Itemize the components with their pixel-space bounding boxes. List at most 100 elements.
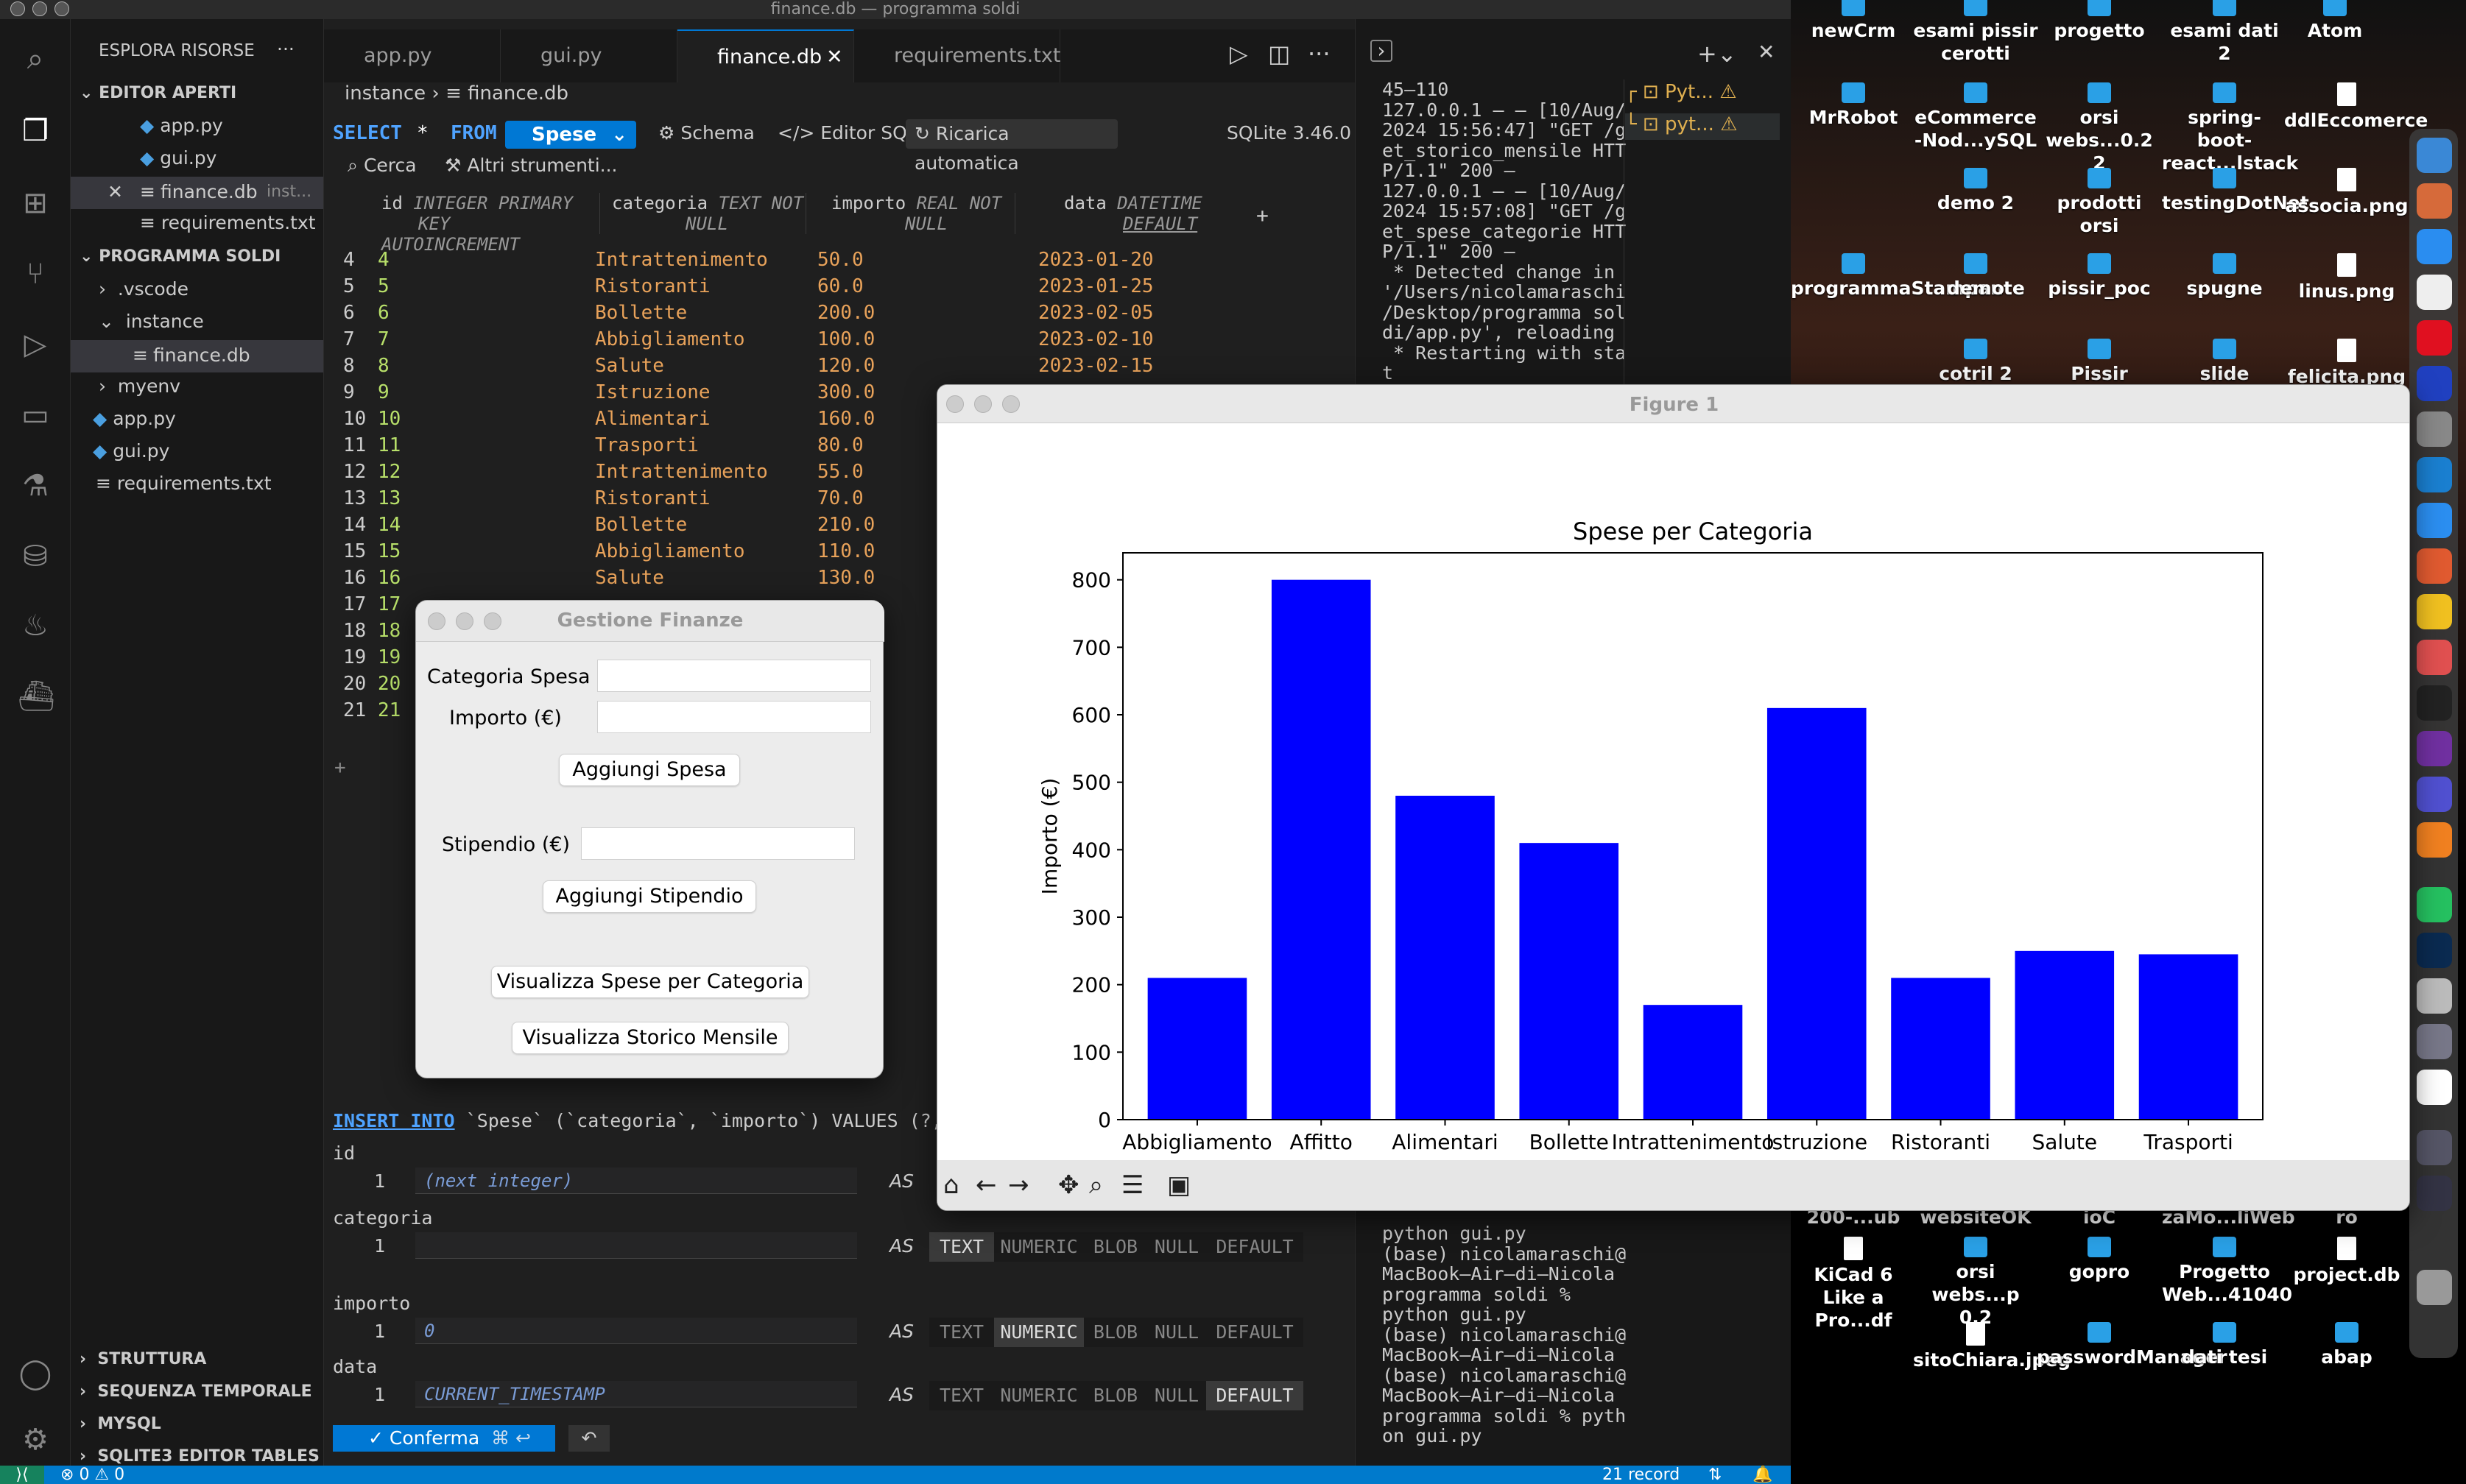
desktop-icon[interactable]: Pissir bbox=[2037, 339, 2162, 385]
cell-id[interactable]: 15 bbox=[378, 537, 401, 565]
insert-value-input[interactable]: (next integer) bbox=[415, 1167, 857, 1194]
explorer-icon[interactable]: ❐ bbox=[18, 113, 53, 149]
type-toggle-text[interactable]: TEXT bbox=[929, 1232, 994, 1262]
zoom-icon[interactable]: ⌕ bbox=[1089, 1170, 1103, 1200]
desktop-icon[interactable]: linus.png bbox=[2284, 253, 2409, 303]
search-icon[interactable]: ⌕ bbox=[18, 41, 53, 77]
cell-data[interactable]: 2023-02-05 bbox=[1038, 299, 1154, 327]
desktop-icon[interactable]: associa.png bbox=[2284, 168, 2409, 217]
cell-categoria[interactable]: Alimentari bbox=[595, 405, 711, 433]
testing-icon[interactable]: ⚗ bbox=[18, 468, 53, 504]
cell-importo[interactable]: 110.0 bbox=[817, 537, 875, 565]
tab-requirements[interactable]: requirements.txt bbox=[854, 29, 1060, 82]
cell-categoria[interactable]: Bollette bbox=[595, 299, 687, 327]
cell-data[interactable]: 2023-02-10 bbox=[1038, 325, 1154, 353]
type-toggle-text[interactable]: TEXT bbox=[929, 1318, 994, 1347]
table-row[interactable]: 5 5 Ristoranti 60.0 2023-01-25 bbox=[324, 272, 1355, 301]
settings-gear-icon[interactable]: ⚙ bbox=[18, 1422, 53, 1458]
notifications-icon[interactable]: 🔔 bbox=[1752, 1466, 1772, 1484]
lamp-icon[interactable]: ♨ bbox=[18, 608, 53, 643]
cell-categoria[interactable]: Abbigliamento bbox=[595, 537, 745, 565]
chrome-icon[interactable] bbox=[2417, 594, 2452, 629]
type-toggle-default[interactable]: DEFAULT bbox=[1206, 1318, 1303, 1347]
desktop-icon[interactable]: abap bbox=[2284, 1322, 2409, 1368]
open-editor-requirements[interactable]: ≡ requirements.txt bbox=[140, 212, 316, 233]
screenshots-icon[interactable] bbox=[2417, 1176, 2452, 1211]
run-debug-icon[interactable]: ▷ bbox=[18, 327, 53, 362]
desktop-icon[interactable]: demo bbox=[1913, 253, 2038, 300]
desktop-icon[interactable]: cotril 2 bbox=[1913, 339, 2038, 385]
cell-id[interactable]: 13 bbox=[378, 484, 401, 512]
cell-id[interactable]: 21 bbox=[378, 696, 401, 724]
type-toggle-null[interactable]: NULL bbox=[1147, 1381, 1206, 1410]
account-icon[interactable]: ◯ bbox=[18, 1356, 53, 1391]
cell-id[interactable]: 11 bbox=[378, 431, 401, 459]
extensions-icon[interactable]: ⊞ bbox=[18, 186, 53, 221]
save-icon[interactable]: ▣ bbox=[1167, 1170, 1191, 1200]
view-by-category-button[interactable]: Visualizza Spese per Categoria bbox=[491, 966, 809, 998]
split-editor-icon[interactable]: ◫ bbox=[1268, 40, 1290, 68]
docker-icon[interactable]: ⛴ bbox=[18, 679, 55, 714]
sync-icon[interactable]: ⇅ bbox=[1708, 1466, 1722, 1484]
tree-myenv[interactable]: › myenv bbox=[99, 375, 180, 397]
type-toggle-text[interactable]: TEXT bbox=[929, 1381, 994, 1410]
problems-indicator[interactable]: ⊗ 0 ⚠ 0 bbox=[60, 1466, 124, 1484]
view-monthly-history-button[interactable]: Visualizza Storico Mensile bbox=[512, 1022, 789, 1054]
stack-icon[interactable] bbox=[2417, 777, 2452, 812]
tab-gui-py[interactable]: gui.py bbox=[501, 29, 677, 82]
cell-categoria[interactable]: Ristoranti bbox=[595, 484, 711, 512]
cell-id[interactable]: 6 bbox=[378, 299, 390, 327]
desktop-icon[interactable]: spring-boot-react...lstack bbox=[2162, 82, 2298, 174]
cell-categoria[interactable]: Trasporti bbox=[595, 431, 699, 459]
add-column-icon[interactable]: + bbox=[1256, 203, 1269, 227]
open-editor-app-py[interactable]: ◆ app.py bbox=[140, 115, 223, 136]
auto-reload-toggle[interactable]: ↻ Ricarica automatica bbox=[906, 119, 1118, 174]
type-toggle-blob[interactable]: BLOB bbox=[1084, 1318, 1147, 1347]
cell-categoria[interactable]: Bollette bbox=[595, 511, 687, 539]
configure-subplots-icon[interactable]: ☰ bbox=[1121, 1170, 1144, 1200]
add-row-icon[interactable]: + bbox=[334, 757, 346, 779]
col-header-data[interactable]: data DATETIME DEFAULT bbox=[1015, 193, 1244, 234]
close-editor-icon[interactable]: ✕ bbox=[108, 181, 123, 202]
pan-icon[interactable]: ✥ bbox=[1058, 1170, 1079, 1200]
desktop-icon[interactable]: project.db bbox=[2284, 1237, 2409, 1286]
desktop-icon[interactable]: sitoChiara.jpeg bbox=[1913, 1322, 2071, 1371]
desktop-icon[interactable]: felicita.png bbox=[2284, 339, 2409, 388]
desktop-icon[interactable]: KiCad 6 Like a Pro...df bbox=[1791, 1237, 1916, 1332]
opera-icon[interactable] bbox=[2417, 320, 2452, 356]
tree-finance-db[interactable]: ≡ finance.db bbox=[71, 340, 323, 372]
terminal-list-item[interactable]: ┌ ⊡ Pyt... ⚠ bbox=[1625, 81, 1780, 107]
type-toggle-default[interactable]: DEFAULT bbox=[1206, 1232, 1303, 1262]
preview-icon[interactable] bbox=[2417, 1024, 2452, 1059]
cell-id[interactable]: 12 bbox=[378, 458, 401, 486]
cell-importo[interactable]: 130.0 bbox=[817, 564, 875, 592]
desktop-icon[interactable]: programmaStampante bbox=[1791, 253, 2025, 300]
intellij-icon[interactable] bbox=[2417, 366, 2452, 401]
cell-importo[interactable]: 50.0 bbox=[817, 246, 864, 274]
calendar-icon[interactable] bbox=[2417, 275, 2452, 310]
type-toggle-blob[interactable]: BLOB bbox=[1084, 1232, 1147, 1262]
desktop-icon[interactable]: eCommerce -Nod...ySQL bbox=[1913, 82, 2038, 152]
desktop-icon[interactable]: dati tesi bbox=[2162, 1322, 2287, 1368]
sql-editor-button[interactable]: </> Editor SQL bbox=[778, 122, 917, 144]
desktop-icon[interactable]: testingDotNet bbox=[2162, 168, 2309, 214]
vscode-icon[interactable] bbox=[2417, 457, 2452, 492]
desktop-icon[interactable]: esami pissir cerotti bbox=[1913, 0, 2038, 65]
terminal-icon[interactable]: › bbox=[1370, 40, 1392, 62]
disk-utility-icon[interactable] bbox=[2417, 978, 2452, 1014]
section-timeline[interactable]: › SEQUENZA TEMPORALE bbox=[80, 1382, 312, 1401]
cell-importo[interactable]: 120.0 bbox=[817, 352, 875, 380]
more-actions-icon[interactable]: ··· bbox=[277, 38, 295, 60]
tree-app-py[interactable]: ◆ app.py bbox=[93, 408, 176, 429]
cell-id[interactable]: 17 bbox=[378, 590, 401, 618]
type-toggle-blob[interactable]: BLOB bbox=[1084, 1381, 1147, 1410]
salary-input[interactable] bbox=[581, 827, 855, 860]
cell-categoria[interactable]: Intrattenimento bbox=[595, 246, 768, 274]
desktop-icon[interactable]: newCrm bbox=[1791, 0, 1916, 42]
tree-instance[interactable]: ⌄ instance bbox=[99, 311, 204, 332]
cell-categoria[interactable]: Abbigliamento bbox=[595, 325, 745, 353]
table-row[interactable]: 4 4 Intrattenimento 50.0 2023-01-20 bbox=[324, 246, 1355, 275]
type-toggle-numeric[interactable]: NUMERIC bbox=[994, 1318, 1084, 1347]
desktop-icon[interactable]: esami dati 2 bbox=[2162, 0, 2287, 65]
more-tools-button[interactable]: ⚒ Altri strumenti... bbox=[445, 155, 618, 176]
